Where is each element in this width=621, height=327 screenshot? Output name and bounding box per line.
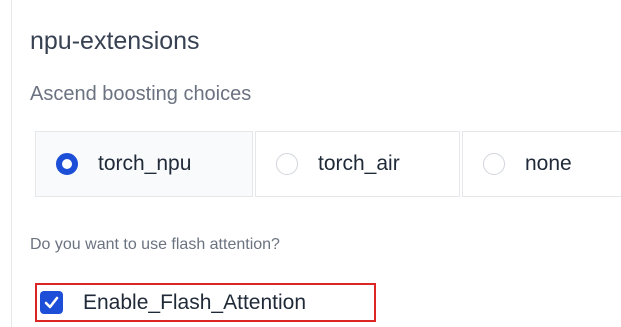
boosting-radio-group: torch_npu torch_air none: [35, 131, 621, 197]
radio-checked-icon[interactable]: [56, 153, 78, 175]
radio-option-none[interactable]: none: [462, 131, 621, 197]
enable-flash-attention-checkbox-row[interactable]: Enable_Flash_Attention: [35, 283, 376, 322]
radio-unchecked-icon[interactable]: [483, 153, 505, 175]
radio-option-torch-npu[interactable]: torch_npu: [35, 131, 253, 197]
radio-option-label: none: [525, 152, 572, 175]
radio-option-label: torch_npu: [98, 152, 192, 175]
enable-flash-attention-label: Enable_Flash_Attention: [83, 290, 306, 314]
section-title: npu-extensions: [30, 27, 200, 55]
npu-extensions-panel: npu-extensions Ascend boosting choices t…: [0, 0, 621, 327]
flash-attention-question: Do you want to use flash attention?: [30, 236, 280, 253]
panel-divider: [11, 0, 12, 327]
radio-option-torch-air[interactable]: torch_air: [255, 131, 460, 197]
checkmark-icon: [44, 296, 59, 309]
radio-option-label: torch_air: [318, 152, 400, 175]
boosting-choices-label: Ascend boosting choices: [30, 83, 252, 105]
radio-unchecked-icon[interactable]: [276, 153, 298, 175]
checkbox-checked-icon[interactable]: [40, 291, 63, 314]
